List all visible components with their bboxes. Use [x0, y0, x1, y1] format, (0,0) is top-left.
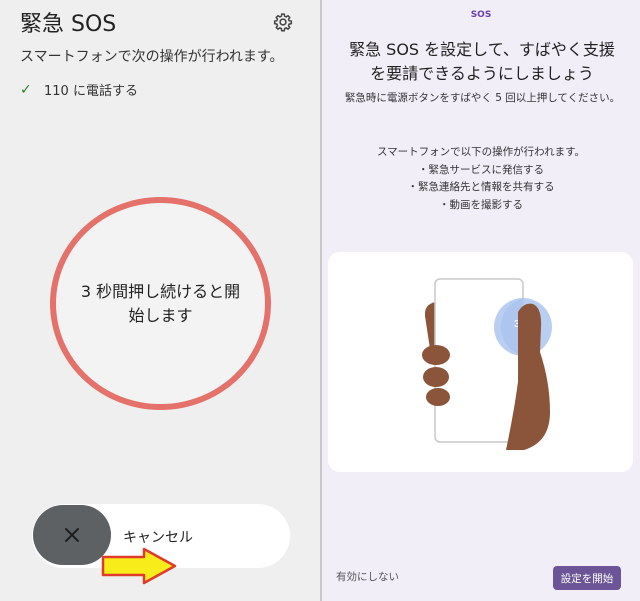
- check-item-label: 110 に電話する: [44, 84, 138, 99]
- close-icon: [65, 528, 79, 542]
- hand-phone-illustration: 3: [328, 252, 633, 472]
- start-setup-button[interactable]: 設定を開始: [553, 566, 621, 590]
- operations-list: スマートフォンで以下の操作が行われます。 ・緊急サービスに発信する ・緊急連絡先…: [332, 144, 630, 214]
- finger-shape: [422, 345, 450, 365]
- operation-item: ・緊急サービスに発信する: [418, 163, 544, 176]
- countdown-text: 3 秒間押し続けると開始します: [80, 281, 241, 325]
- finger-shape: [426, 388, 450, 406]
- sos-countdown-screen: 緊急 SOS スマートフォンで次の操作が行われます。 ✓ 110 に電話する 3…: [0, 0, 320, 601]
- check-item: ✓ 110 に電話する: [20, 80, 138, 100]
- sos-setup-screen: SOS 緊急 SOS を設定して、すばやく支援を要請できるようにしましょう 緊急…: [322, 0, 640, 601]
- page-title: 緊急 SOS: [20, 12, 117, 37]
- description: スマートフォンで次の操作が行われます。: [20, 49, 284, 65]
- operations-intro: スマートフォンで以下の操作が行われます。: [376, 146, 586, 158]
- operation-item: ・動画を撮影する: [439, 198, 523, 211]
- checkmark-icon: ✓: [20, 81, 32, 98]
- setup-subheading: 緊急時に電源ボタンをすばやく 5 回以上押してください。: [344, 92, 621, 104]
- operation-item: ・緊急連絡先と情報を共有する: [407, 181, 555, 193]
- setup-heading: 緊急 SOS を設定して、すばやく支援を要請できるようにしましょう: [349, 40, 615, 83]
- settings-gear-icon[interactable]: [273, 12, 293, 32]
- countdown-ring: 3 秒間押し続けると開始します: [50, 197, 271, 410]
- cancel-label: キャンセル: [123, 530, 193, 546]
- right-arrow-icon: [101, 547, 177, 585]
- app-header: SOS: [470, 10, 492, 20]
- disable-button[interactable]: 有効にしない: [336, 569, 399, 584]
- finger-shape: [423, 367, 449, 387]
